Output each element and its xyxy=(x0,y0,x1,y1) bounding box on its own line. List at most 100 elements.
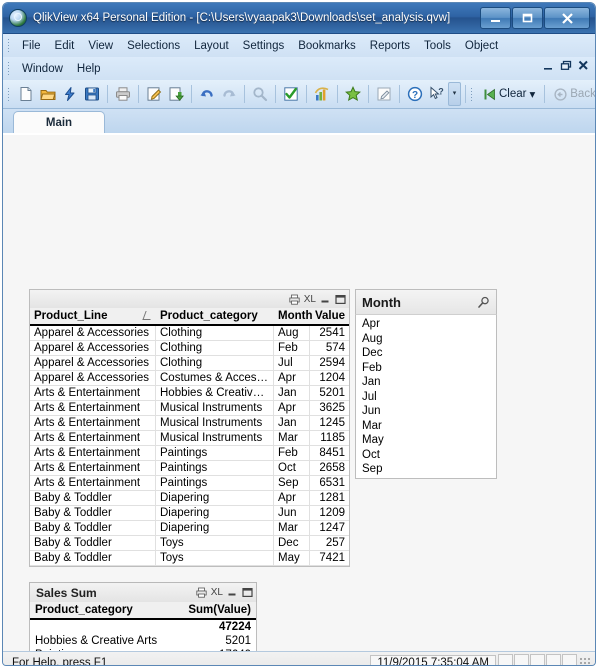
menu-item-edit[interactable]: Edit xyxy=(48,38,82,54)
list-item[interactable]: Aug xyxy=(356,332,496,347)
save-icon[interactable] xyxy=(81,83,103,105)
minimize-icon[interactable] xyxy=(320,294,331,305)
menu-item-view[interactable]: View xyxy=(81,38,120,54)
print-icon[interactable] xyxy=(196,587,207,598)
column-header-month[interactable]: Month xyxy=(274,308,312,324)
table-row[interactable]: Baby & Toddler Diapering Jun 1209 xyxy=(30,506,349,521)
table-row[interactable]: Arts & Entertainment Musical Instruments M… xyxy=(30,431,349,446)
table-cell[interactable]: Musical Instruments xyxy=(156,416,274,430)
menu-item-settings[interactable]: Settings xyxy=(236,38,292,54)
edit-script-icon[interactable] xyxy=(143,83,165,105)
list-item[interactable]: Apr xyxy=(356,317,496,332)
list-item[interactable]: Jan xyxy=(356,375,496,390)
sheet-tab-main[interactable]: Main xyxy=(13,111,105,133)
table-cell[interactable]: Baby & Toddler xyxy=(30,536,156,550)
table-cell[interactable]: Apparel & Accessories xyxy=(30,326,156,340)
maximize-icon[interactable] xyxy=(242,587,253,598)
table-cell[interactable]: Oct xyxy=(274,461,310,475)
sales-sum-category-cell[interactable]: Paintings xyxy=(30,648,180,651)
table-cell[interactable]: Apparel & Accessories xyxy=(30,371,156,385)
maximize-icon[interactable] xyxy=(335,294,346,305)
table-row[interactable]: Arts & Entertainment Paintings Feb 8451 xyxy=(30,446,349,461)
table-cell[interactable]: Jun xyxy=(274,506,310,520)
excel-export-icon[interactable]: XL xyxy=(304,294,316,305)
table-row[interactable]: Baby & Toddler Diapering Apr 1281 xyxy=(30,491,349,506)
table-cell[interactable]: Clothing xyxy=(156,356,274,370)
undo-icon[interactable] xyxy=(196,83,218,105)
notes-icon[interactable] xyxy=(373,83,395,105)
table-cell[interactable]: Musical Instruments xyxy=(156,401,274,415)
sales-sum-column-header-category[interactable]: Product_category xyxy=(30,602,180,618)
table-cell[interactable]: Paintings xyxy=(156,476,274,490)
sales-sum-value-cell[interactable]: 5201 xyxy=(180,634,256,648)
table-cell[interactable]: Diapering xyxy=(156,506,274,520)
clear-dropdown-icon[interactable]: ▾ xyxy=(529,87,535,101)
reload-data-icon[interactable] xyxy=(165,83,187,105)
print-icon[interactable] xyxy=(289,294,300,305)
table-cell[interactable]: Arts & Entertainment xyxy=(30,416,156,430)
list-item[interactable]: Feb xyxy=(356,361,496,376)
list-item[interactable]: Dec xyxy=(356,346,496,361)
clear-button[interactable]: Clear ▾ xyxy=(478,85,540,103)
toolbar-overflow-button[interactable]: ▾ xyxy=(448,82,461,106)
table-row[interactable]: Arts & Entertainment Musical Instruments J… xyxy=(30,416,349,431)
table-cell[interactable]: Toys xyxy=(156,536,274,550)
menu-item-reports[interactable]: Reports xyxy=(363,38,417,54)
back-button[interactable]: Back xyxy=(549,86,595,103)
table-cell[interactable]: 5201 xyxy=(310,386,349,400)
toolbar-grip-icon[interactable] xyxy=(7,86,10,102)
table-cell[interactable]: 2658 xyxy=(310,461,349,475)
table-cell[interactable]: Aug xyxy=(274,326,310,340)
table-row[interactable]: Apparel & Accessories Clothing Jul 2594 xyxy=(30,356,349,371)
window-maximize-button[interactable] xyxy=(512,7,543,29)
menu-grip-icon-2[interactable] xyxy=(7,61,10,76)
list-item[interactable]: May xyxy=(356,433,496,448)
table-cell[interactable]: Arts & Entertainment xyxy=(30,431,156,445)
table-cell[interactable]: Baby & Toddler xyxy=(30,551,156,565)
sales-sum-category-cell[interactable]: Hobbies & Creative Arts xyxy=(30,634,180,648)
search-icon[interactable] xyxy=(249,83,271,105)
mdi-minimize-button[interactable] xyxy=(543,61,554,71)
menu-item-help[interactable]: Help xyxy=(70,61,108,77)
table-cell[interactable]: Apparel & Accessories xyxy=(30,356,156,370)
select-icon[interactable] xyxy=(280,83,302,105)
month-listbox-body[interactable]: Apr Aug Dec Feb Jan Jul Jun Mar May Oct Sep xyxy=(355,315,497,479)
table-cell[interactable]: Clothing xyxy=(156,341,274,355)
menu-item-file[interactable]: File xyxy=(15,38,48,54)
list-item[interactable]: Mar xyxy=(356,419,496,434)
list-item[interactable]: Jun xyxy=(356,404,496,419)
table-cell[interactable]: Arts & Entertainment xyxy=(30,476,156,490)
menu-item-selections[interactable]: Selections xyxy=(120,38,187,54)
menu-item-window[interactable]: Window xyxy=(15,61,70,77)
minimize-icon[interactable] xyxy=(227,587,238,598)
table-cell[interactable]: Musical Instruments xyxy=(156,431,274,445)
table-cell[interactable]: Feb xyxy=(274,341,310,355)
table-cell[interactable]: 1209 xyxy=(310,506,349,520)
table-row[interactable]: Baby & Toddler Diapering Mar 1247 xyxy=(30,521,349,536)
menu-item-object[interactable]: Object xyxy=(458,38,505,54)
list-item[interactable]: Jul xyxy=(356,390,496,405)
table-cell[interactable]: Paintings xyxy=(156,461,274,475)
table-cell[interactable]: Diapering xyxy=(156,491,274,505)
column-header-value[interactable]: Value xyxy=(310,308,349,324)
table-row[interactable]: Apparel & Accessories Clothing Feb 574 xyxy=(30,341,349,356)
resize-grip-icon[interactable] xyxy=(579,657,591,665)
table-row[interactable]: Apparel & Accessories Clothing Aug 2541 xyxy=(30,326,349,341)
table-row[interactable]: Paintings17640 xyxy=(30,648,256,651)
table-cell[interactable]: Apr xyxy=(274,491,310,505)
table-cell[interactable]: Toys xyxy=(156,551,274,565)
column-header-product-line[interactable]: Product_Line xyxy=(30,308,156,324)
table-cell[interactable]: Arts & Entertainment xyxy=(30,401,156,415)
table-cell[interactable]: 257 xyxy=(310,536,349,550)
table-row[interactable]: Arts & Entertainment Hobbies & Creative A… xyxy=(30,386,349,401)
table-cell[interactable]: Apparel & Accessories xyxy=(30,341,156,355)
print-icon[interactable] xyxy=(112,83,134,105)
table-cell[interactable]: 1185 xyxy=(310,431,349,445)
excel-export-icon[interactable]: XL xyxy=(211,587,223,598)
table-cell[interactable]: 6531 xyxy=(310,476,349,490)
table-cell[interactable]: May xyxy=(274,551,310,565)
sales-sum-value-cell[interactable]: 17640 xyxy=(180,648,256,651)
menu-item-layout[interactable]: Layout xyxy=(187,38,236,54)
table-cell[interactable]: Costumes & Accessor... xyxy=(156,371,274,385)
table-cell[interactable]: Jan xyxy=(274,416,310,430)
